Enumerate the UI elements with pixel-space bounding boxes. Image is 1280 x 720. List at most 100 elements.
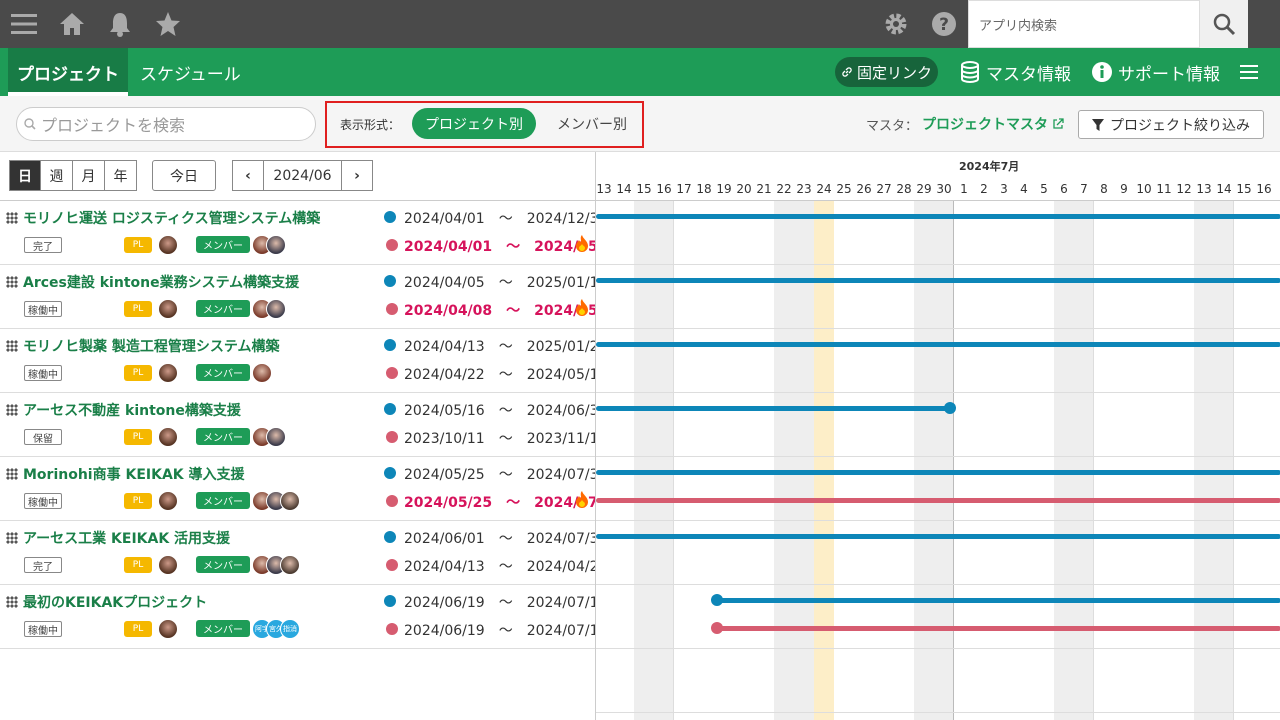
bar-start-marker[interactable] <box>711 622 723 634</box>
day-number: 29 <box>916 182 932 196</box>
grid-icon <box>6 596 18 608</box>
view-week-button[interactable]: 週 <box>40 160 73 191</box>
bar-start-marker[interactable] <box>711 594 723 606</box>
project-title-text: モリノヒ運送 ロジスティクス管理システム構築 <box>23 211 321 227</box>
avatar[interactable] <box>266 427 286 447</box>
help-icon[interactable]: ? <box>930 10 958 38</box>
database-icon <box>961 61 979 83</box>
master-link[interactable]: プロジェクトマスタ <box>922 114 1048 134</box>
mode-by-member-button[interactable]: メンバー別 <box>547 108 637 139</box>
bar-end-marker[interactable] <box>944 402 956 414</box>
project-row[interactable]: アーセス不動産 kintone構築支援 保留 PL メンバー 2024/05/1… <box>0 393 607 457</box>
plan-bar[interactable] <box>596 342 1280 347</box>
member-badge: メンバー <box>196 492 250 509</box>
project-title[interactable]: モリノヒ運送 ロジスティクス管理システム構築 <box>6 208 320 228</box>
day-number: 21 <box>756 182 772 196</box>
pin-link-label: 固定リンク <box>856 63 932 82</box>
day-number: 9 <box>1120 182 1128 196</box>
actual-bar[interactable] <box>596 498 1280 503</box>
project-title[interactable]: アーセス工業 KEIKAK 活用支援 <box>6 528 230 548</box>
plan-dates: 2024/04/01 〜 2024/12/31 <box>404 211 608 227</box>
member-badge: メンバー <box>196 428 250 445</box>
avatar[interactable] <box>266 235 286 255</box>
project-row[interactable]: モリノヒ運送 ロジスティクス管理システム構築 完了 PL メンバー 2024/0… <box>0 201 622 265</box>
hamburger-icon[interactable] <box>10 10 38 38</box>
day-number: 10 <box>1136 182 1152 196</box>
project-title[interactable]: アーセス不動産 kintone構築支援 <box>6 400 241 420</box>
project-row[interactable]: Morinohi商事 KEIKAK 導入支援 稼働中 PL メンバー 2024/… <box>0 457 622 521</box>
support-info-link[interactable]: サポート情報 <box>1092 48 1220 96</box>
plan-bar[interactable] <box>596 534 1280 539</box>
avatar[interactable] <box>158 363 178 383</box>
grid-icon <box>6 340 18 352</box>
tab-schedule[interactable]: スケジュール <box>140 48 241 96</box>
actual-bar[interactable] <box>717 626 1280 631</box>
plan-dot <box>384 275 396 287</box>
tab-project[interactable]: プロジェクト <box>8 48 128 96</box>
menu-icon[interactable] <box>1240 48 1258 96</box>
avatar[interactable] <box>158 619 178 639</box>
avatar[interactable]: 指消 <box>280 619 300 639</box>
project-title[interactable]: Morinohi商事 KEIKAK 導入支援 <box>6 464 245 484</box>
avatar[interactable] <box>280 491 300 511</box>
project-title[interactable]: モリノヒ製薬 製造工程管理システム構築 <box>6 336 279 356</box>
week-divider <box>1093 152 1094 720</box>
avatar[interactable] <box>158 235 178 255</box>
row-divider <box>596 264 1280 265</box>
actual-dates: 2024/06/19 〜 2024/07/19 <box>404 623 608 639</box>
plan-dates: 2024/06/19 〜 2024/07/19 <box>404 595 608 611</box>
avatar[interactable] <box>158 555 178 575</box>
actual-dot <box>386 495 398 507</box>
external-link-icon[interactable] <box>1052 118 1064 130</box>
project-row[interactable]: Arces建設 kintone業務システム構築支援 稼働中 PL メンバー 20… <box>0 265 622 329</box>
project-title-text: Morinohi商事 KEIKAK 導入支援 <box>23 467 245 483</box>
avatar[interactable] <box>158 491 178 511</box>
plan-bar[interactable] <box>596 470 1280 475</box>
view-day-button[interactable]: 日 <box>9 160 41 191</box>
project-row[interactable]: モリノヒ製薬 製造工程管理システム構築 稼働中 PL メンバー 2024/04/… <box>0 329 607 393</box>
app-search-input[interactable]: アプリ内検索 <box>968 0 1200 48</box>
app-search-button[interactable] <box>1200 0 1248 48</box>
view-year-button[interactable]: 年 <box>104 160 137 191</box>
filter-icon <box>1092 118 1104 131</box>
plan-bar[interactable] <box>596 406 950 411</box>
master-info-link[interactable]: マスタ情報 <box>960 48 1071 96</box>
plan-bar[interactable] <box>596 214 1280 219</box>
avatar[interactable] <box>252 363 272 383</box>
row-divider <box>596 520 1280 521</box>
plan-bar[interactable] <box>717 598 1280 603</box>
project-filter-button[interactable]: プロジェクト絞り込み <box>1078 110 1264 139</box>
next-month-button[interactable]: › <box>341 160 373 191</box>
master-selector: マスタ： プロジェクトマスタ <box>866 114 1064 134</box>
view-month-button[interactable]: 月 <box>72 160 105 191</box>
project-row[interactable]: 最初のKEIKAKプロジェクト 稼働中 PL メンバー 2024/06/19 〜… <box>0 585 607 649</box>
member-badge: メンバー <box>196 236 250 253</box>
avatar[interactable] <box>266 299 286 319</box>
plan-bar[interactable] <box>596 278 1280 283</box>
current-month-display[interactable]: 2024/06 <box>263 160 342 191</box>
month-label: 2024年7月 <box>959 160 1020 173</box>
avatar[interactable] <box>158 299 178 319</box>
bell-icon[interactable] <box>106 10 134 38</box>
row-divider <box>596 328 1280 329</box>
day-number: 16 <box>656 182 672 196</box>
home-icon[interactable] <box>58 10 86 38</box>
project-search-input[interactable]: プロジェクトを検索 <box>16 107 316 141</box>
actual-dot <box>386 367 398 379</box>
avatar[interactable] <box>280 555 300 575</box>
day-number: 14 <box>1216 182 1232 196</box>
project-title[interactable]: 最初のKEIKAKプロジェクト <box>6 592 207 612</box>
pin-link-button[interactable]: 固定リンク <box>835 57 938 87</box>
day-number: 2 <box>980 182 988 196</box>
status-badge: 稼働中 <box>24 493 62 509</box>
mode-by-project-button[interactable]: プロジェクト別 <box>412 108 536 139</box>
gear-icon[interactable] <box>882 10 910 38</box>
star-icon[interactable] <box>154 10 182 38</box>
project-title[interactable]: Arces建設 kintone業務システム構築支援 <box>6 272 299 292</box>
today-button[interactable]: 今日 <box>152 160 216 191</box>
pl-badge: PL <box>124 621 152 637</box>
avatar[interactable] <box>158 427 178 447</box>
prev-month-button[interactable]: ‹ <box>232 160 264 191</box>
status-badge: 稼働中 <box>24 365 62 381</box>
project-row[interactable]: アーセス工業 KEIKAK 活用支援 完了 PL メンバー 2024/06/01… <box>0 521 607 585</box>
